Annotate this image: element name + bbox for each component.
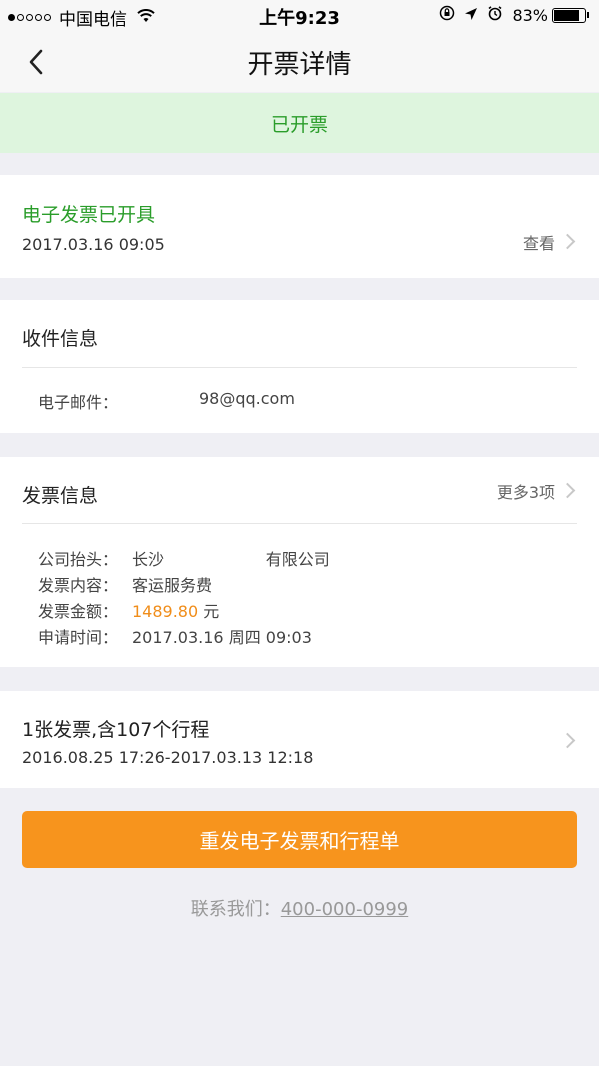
- recipient-card: 收件信息 电子邮件： 98@qq.com: [0, 300, 599, 433]
- nav-bar: 开票详情: [0, 32, 599, 92]
- trips-title: 1张发票,含107个行程: [22, 719, 210, 741]
- invoice-status-banner: 已开票: [0, 93, 599, 153]
- company-row: 公司抬头： 长沙 有限公司: [38, 546, 330, 570]
- location-arrow-icon: [464, 6, 478, 25]
- invoice-info-card: 发票信息 更多3项 公司抬头： 长沙 有限公司 发票内容： 客运服务费 发票金额： 1…: [0, 457, 599, 667]
- resend-button-label: 重发电子发票和行程单: [199, 829, 400, 853]
- e-invoice-card[interactable]: 电子发票已开具 2017.03.16 09:05 查看: [0, 175, 599, 278]
- chevron-right-icon: [559, 482, 576, 499]
- amount-label: 发票金额：: [38, 602, 119, 621]
- divider: [22, 523, 577, 524]
- trips-date-range: 2016.08.25 17:26-2017.03.13 12:18: [22, 748, 314, 767]
- divider: [22, 367, 577, 368]
- phone-link[interactable]: 400-000-0999: [281, 899, 409, 920]
- apply-time-row: 申请时间： 2017.03.16 周四 09:03: [38, 624, 312, 648]
- company-value: 长沙 有限公司: [132, 550, 330, 569]
- content-row: 发票内容： 客运服务费: [38, 572, 212, 596]
- amount-value: 1489.80: [132, 602, 199, 621]
- recipient-title: 收件信息: [22, 328, 99, 350]
- company-label: 公司抬头：: [38, 550, 119, 569]
- battery-percent: 83%: [512, 5, 548, 25]
- status-right: 83%: [430, 5, 589, 25]
- page-title: 开票详情: [247, 50, 352, 80]
- more-items-link[interactable]: 更多3项: [497, 479, 555, 503]
- amount-row: 发票金额： 1489.80 元: [38, 598, 219, 622]
- email-value: 98@qq.com: [199, 389, 295, 408]
- alarm-clock-icon: [487, 5, 503, 25]
- content-label: 发票内容：: [38, 576, 119, 595]
- email-label: 电子邮件：: [38, 393, 119, 412]
- trips-card[interactable]: 1张发票,含107个行程 2016.08.25 17:26-2017.03.13…: [0, 691, 599, 788]
- contact-us: 联系我们：400-000-0999: [0, 895, 599, 921]
- orientation-lock-icon: [439, 5, 455, 25]
- contact-label: 联系我们：: [190, 899, 281, 920]
- resend-invoice-button[interactable]: 重发电子发票和行程单: [22, 811, 577, 868]
- battery-icon: [552, 7, 586, 23]
- e-invoice-time: 2017.03.16 09:05: [22, 235, 165, 254]
- apply-time-label: 申请时间：: [38, 628, 119, 647]
- status-text: 已开票: [270, 113, 328, 136]
- chevron-right-icon: [559, 732, 576, 749]
- amount-unit: 元: [198, 602, 220, 621]
- invoice-info-title: 发票信息: [22, 485, 99, 507]
- e-invoice-title: 电子发票已开具: [22, 204, 156, 226]
- apply-time-value: 2017.03.16 周四 09:03: [132, 628, 312, 647]
- status-bar: 中国电信 上午9:23 83%: [0, 0, 599, 32]
- content-value: 客运服务费: [132, 576, 213, 595]
- chevron-right-icon: [559, 233, 576, 250]
- view-invoice-link[interactable]: 查看: [523, 230, 555, 254]
- battery-cap: [587, 12, 589, 18]
